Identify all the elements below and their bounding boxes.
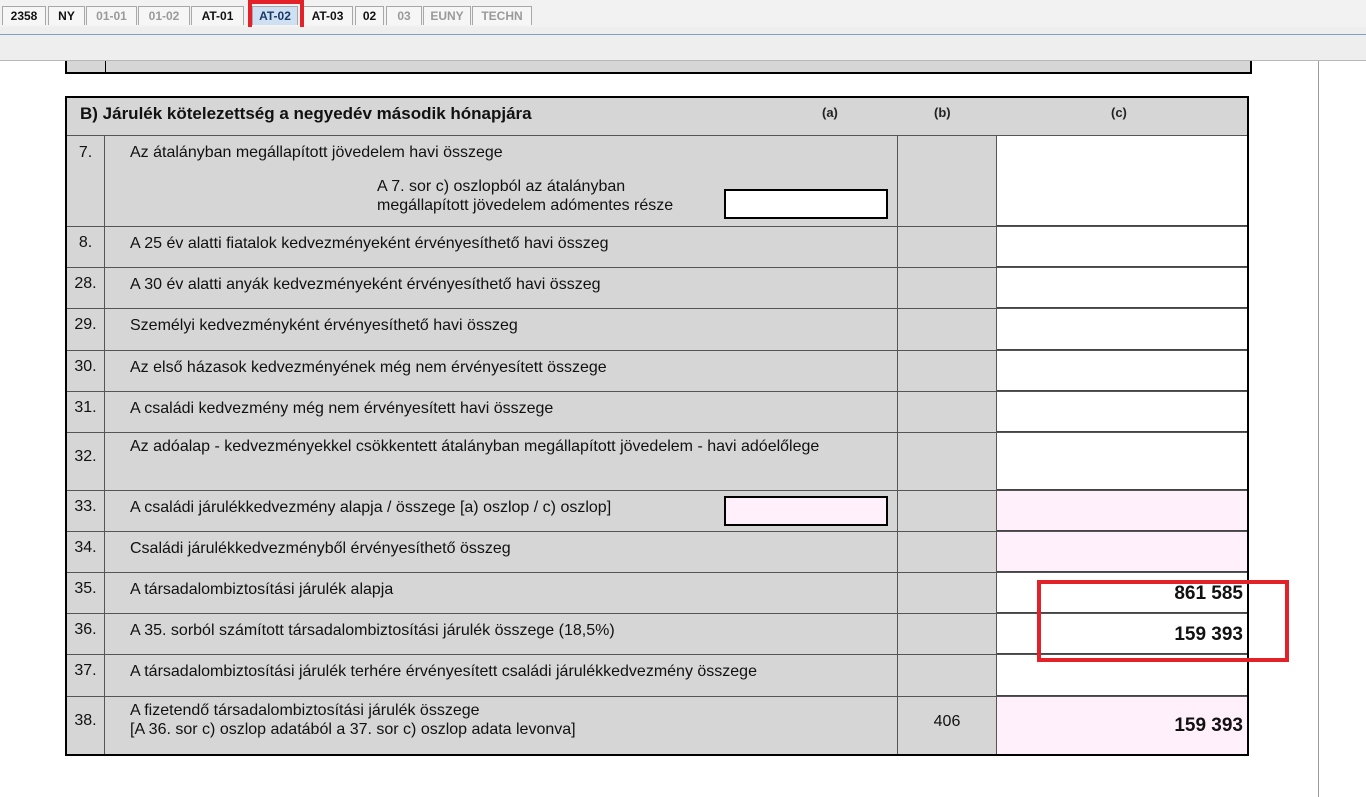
column-b-cell [897,491,997,531]
row-number: 8. [67,227,105,267]
column-b-cell [897,227,997,267]
column-c-value[interactable]: 159 393 [997,697,1247,754]
table-row: 33. A családi járulékkedvezmény alapja /… [67,491,1247,532]
column-c-value[interactable]: 861 585 [997,573,1247,613]
column-b-cell [897,614,997,654]
toolbar-divider [0,34,1366,35]
table-row: 29. Személyi kedvezményként érvényesíthe… [67,309,1247,351]
section-title: B) Járulék kötelezettség a negyedév máso… [80,104,532,123]
column-b-cell [897,136,997,226]
row-description: A 30 év alatti anyák kedvezményeként érv… [130,276,601,293]
table-row: 35. A társadalombiztosítási járulék alap… [67,573,1247,614]
tab-at-01[interactable]: AT-01 [191,6,244,25]
table-row: 34. Családi járulékkedvezményből érvénye… [67,532,1247,573]
column-c-input[interactable] [997,227,1247,267]
row-description: A társadalombiztosítási járulék terhére … [130,663,757,680]
vertical-scrollbar[interactable] [1318,61,1366,797]
row-number: 28. [67,268,105,308]
row-number: 35. [67,573,105,613]
column-b-cell [897,655,997,696]
row-number: 29. [67,309,105,350]
previous-section-bottom [65,61,1252,74]
tab-02[interactable]: 02 [355,6,384,25]
tab-03[interactable]: 03 [386,6,422,25]
table-row: 37. A társadalombiztosítási járulék terh… [67,655,1247,697]
row-number: 38. [67,697,105,754]
table-row: 8. A 25 év alatti fiatalok kedvezményeké… [67,227,1247,268]
tab-01-02[interactable]: 01-02 [138,6,190,25]
column-c-input[interactable] [997,351,1247,391]
tab-2358[interactable]: 2358 [2,6,46,25]
column-c-label: (c) [1111,105,1127,120]
section-b-header: B) Járulék kötelezettség a negyedév máso… [67,98,1247,136]
toolbar-strip [0,27,1366,61]
row-description: A fizetendő társadalombiztosítási járulé… [130,702,480,719]
column-b-cell [897,433,997,490]
column-b-cell [897,309,997,350]
tab-techn[interactable]: TECHN [472,6,532,25]
column-c-input[interactable] [997,655,1247,696]
row-description: A családi kedvezmény még nem érvényesíte… [130,400,554,417]
row-number: 36. [67,614,105,654]
row-number: 37. [67,655,105,696]
row-description: Családi járulékkedvezményből érvényesíth… [130,540,511,557]
row-description: A családi járulékkedvezmény alapja / öss… [130,499,612,516]
exempt-part-input[interactable] [724,189,888,219]
row-description: Az átalányban megállapított jövedelem ha… [130,144,503,161]
row-number: 30. [67,351,105,391]
column-c-input[interactable] [997,532,1247,572]
family-contribution-base-input[interactable] [724,496,888,526]
previous-section-divider [105,61,106,72]
tab-at-02[interactable]: AT-02 [252,6,298,25]
row-number: 7. [67,136,105,226]
table-row: 32. Az adóalap - kedvezményekkel csökken… [67,433,1247,491]
column-c-input[interactable] [997,136,1247,226]
column-b-cell [897,392,997,432]
row-sub-description: A 7. sor c) oszlopból az átalányban megá… [377,178,674,214]
column-c-input[interactable] [997,433,1247,490]
row-description: A társadalombiztosítási járulék alapja [130,581,394,598]
row-description: A 25 év alatti fiatalok kedvezményeként … [130,235,609,252]
column-b-label: (b) [934,105,951,120]
column-b-cell [897,573,997,613]
table-row: 7. Az átalányban megállapított jövedelem… [67,136,1247,227]
column-b-cell [897,532,997,572]
column-a-label: (a) [822,105,838,120]
column-c-input[interactable] [997,309,1247,350]
column-b-value: 406 [897,697,997,754]
row-description: Az első házasok kedvezményének még nem é… [130,359,607,376]
tab-ny[interactable]: NY [48,6,85,25]
table-row: 36. A 35. sorból számított társadalombiz… [67,614,1247,655]
row-number: 32. [67,433,105,490]
column-c-input[interactable] [997,491,1247,531]
row-number: 34. [67,532,105,572]
table-row: 31. A családi kedvezmény még nem érvénye… [67,392,1247,433]
table-row: 38. A fizetendő társadalombiztosítási já… [67,697,1247,754]
row-description: A 35. sorból számított társadalombiztosí… [130,622,615,639]
column-c-value[interactable]: 159 393 [997,614,1247,654]
tab-at-03[interactable]: AT-03 [302,6,353,25]
column-b-cell [897,351,997,391]
sheet-tab-bar: 2358 NY 01-01 01-02 AT-01 AT-02 AT-03 02… [0,0,1366,28]
table-row: 28. A 30 év alatti anyák kedvezményeként… [67,268,1247,309]
tab-euny[interactable]: EUNY [423,6,471,25]
row-description: Az adóalap - kedvezményekkel csökkentett… [130,438,820,455]
column-c-input[interactable] [997,392,1247,432]
row-description: Személyi kedvezményként érvényesíthető h… [130,317,518,334]
row-number: 33. [67,491,105,531]
row-number: 31. [67,392,105,432]
tab-01-01[interactable]: 01-01 [86,6,137,25]
column-c-input[interactable] [997,268,1247,308]
row-description-line2: [A 36. sor c) oszlop adatából a 37. sor … [130,721,576,738]
table-row: 30. Az első házasok kedvezményének még n… [67,351,1247,392]
column-b-cell [897,268,997,308]
